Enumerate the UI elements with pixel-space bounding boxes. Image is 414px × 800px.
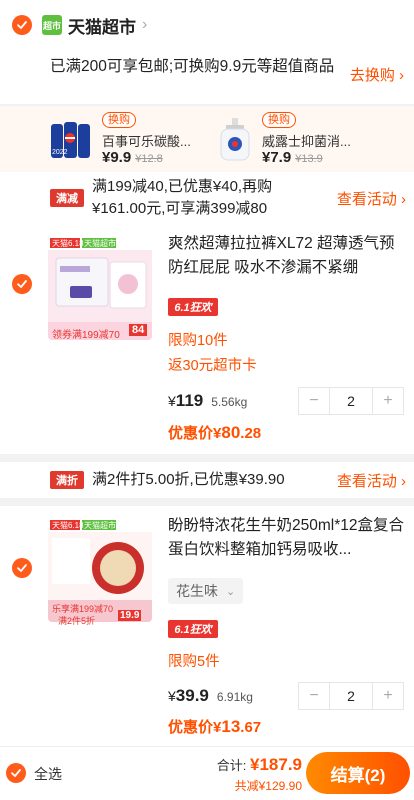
view-activity-link[interactable]: 查看活动 › bbox=[337, 470, 406, 491]
quantity-stepper[interactable]: − 2 + bbox=[298, 682, 404, 710]
item-checkbox[interactable] bbox=[12, 274, 32, 294]
discount-price: 优惠价¥80.28 bbox=[168, 423, 262, 442]
select-all-label[interactable]: 全选 bbox=[34, 764, 62, 784]
exchange-tag: 换购 bbox=[102, 112, 136, 128]
purchase-limit: 限购10件 bbox=[168, 333, 228, 349]
promo-row: 满折 满2件打5.00折,已优惠¥39.90 查看活动 › bbox=[0, 462, 414, 498]
promo-text: 满199减40,已优惠¥40,再购¥161.00元,可享满399减80 bbox=[92, 178, 273, 217]
exchange-item-name: 百事可乐碳酸... bbox=[102, 134, 191, 149]
exchange-strip: 2022 换购 百事可乐碳酸... ¥9.9 ¥12.8 换购 威露士抑菌消...… bbox=[0, 106, 414, 172]
soap-product-image bbox=[212, 116, 258, 162]
minus-button[interactable]: − bbox=[299, 683, 329, 709]
svg-text:2022: 2022 bbox=[52, 149, 68, 156]
plus-button[interactable]: + bbox=[373, 683, 403, 709]
image-promo-text: 领券满199减70 bbox=[52, 330, 120, 341]
unit-price: ¥119 5.56kg bbox=[168, 391, 248, 410]
checkmark-icon bbox=[17, 21, 27, 29]
exchange-item[interactable]: 换购 威露士抑菌消... ¥7.9 ¥13.9 bbox=[212, 112, 402, 168]
shipping-notice: 已满200可享包邮;可换购9.9元等超值商品 去换购 › bbox=[0, 50, 414, 104]
festival-tag: 6.1狂欢 bbox=[168, 620, 218, 638]
exchange-item-price: ¥7.9 ¥13.9 bbox=[262, 149, 323, 166]
festival-tag: 6.1狂欢 bbox=[168, 298, 218, 316]
exchange-tag: 换购 bbox=[262, 112, 296, 128]
purchase-limit: 限购5件 bbox=[168, 654, 220, 670]
quantity-value[interactable]: 2 bbox=[329, 388, 373, 414]
image-badge: 天猫超市 bbox=[84, 239, 116, 248]
total-saved: 共减¥129.90 bbox=[234, 779, 302, 793]
exchange-item-price: ¥9.9 ¥12.8 bbox=[102, 149, 163, 166]
checkmark-icon bbox=[11, 769, 21, 777]
view-activity-link[interactable]: 查看活动 › bbox=[337, 188, 406, 209]
image-price-label: 19.9 bbox=[118, 610, 142, 621]
product-title[interactable]: 盼盼特浓花生牛奶250ml*12盒复合蛋白饮料整箱加钙易吸收... bbox=[168, 514, 406, 562]
select-all-checkbox[interactable] bbox=[6, 763, 26, 783]
store-header[interactable]: 超市 天猫超市 › bbox=[0, 0, 414, 50]
checkmark-icon bbox=[17, 280, 27, 288]
checkmark-icon bbox=[17, 564, 27, 572]
store-name[interactable]: 天猫超市 bbox=[68, 13, 136, 38]
exchange-item-name: 威露士抑菌消... bbox=[262, 134, 351, 149]
chevron-down-icon: ⌄ bbox=[226, 585, 236, 598]
exchange-item[interactable]: 2022 换购 百事可乐碳酸... ¥9.9 ¥12.8 bbox=[48, 112, 208, 168]
promo-row: 满减 满199减40,已优惠¥40,再购¥161.00元,可享满399减80 查… bbox=[0, 172, 414, 224]
promo-tag: 满减 bbox=[50, 189, 84, 207]
unit-price: ¥39.9 6.91kg bbox=[168, 686, 253, 705]
item-checkbox[interactable] bbox=[12, 558, 32, 578]
image-badge: 天猫6.18 bbox=[52, 521, 84, 530]
chevron-right-icon: › bbox=[142, 16, 148, 33]
shipping-text: 已满200可享包邮;可换购9.9元等超值商品 bbox=[50, 58, 335, 75]
image-badge: 天猫6.18 bbox=[52, 239, 84, 248]
minus-button[interactable]: − bbox=[299, 388, 329, 414]
product-title[interactable]: 爽然超薄拉拉裤XL72 超薄透气预防红屁屁 吸水不渗漏不紧绷 bbox=[168, 232, 406, 280]
promo-text: 满2件打5.00折,已优惠¥39.90 bbox=[92, 471, 285, 488]
quantity-value[interactable]: 2 bbox=[329, 683, 373, 709]
pepsi-product-image: 2022 bbox=[48, 116, 94, 162]
image-promo-sub: 满2件5折 bbox=[58, 616, 96, 626]
cart-item: 领券满199减70 84 天猫6.18 天猫超市 爽然超薄拉拉裤XL72 超薄透… bbox=[0, 224, 414, 454]
discount-price: 优惠价¥13.67 bbox=[168, 717, 262, 736]
store-logo-icon: 超市 bbox=[42, 15, 62, 35]
checkout-bar: 全选 合计: ¥187.9 共减¥129.90 结算(2) bbox=[0, 746, 414, 800]
variant-value: 花生味 bbox=[176, 583, 218, 599]
promo-tag: 满折 bbox=[50, 471, 84, 489]
variant-selector[interactable]: 花生味 ⌄ bbox=[168, 578, 244, 604]
total-price: 合计: ¥187.9 bbox=[216, 755, 302, 774]
rebate-text: 返30元超市卡 bbox=[168, 358, 257, 374]
exchange-link[interactable]: 去换购 › bbox=[350, 64, 404, 85]
quantity-stepper[interactable]: − 2 + bbox=[298, 387, 404, 415]
store-checkbox[interactable] bbox=[12, 15, 32, 35]
checkout-button[interactable]: 结算(2) bbox=[306, 752, 410, 794]
cart-item: 天猫6.18 天猫超市 乐享满199减70 满2件5折 19.9 盼盼特浓花生牛… bbox=[0, 506, 414, 746]
image-badge: 天猫超市 bbox=[84, 521, 116, 530]
plus-button[interactable]: + bbox=[373, 388, 403, 414]
image-price-label: 84 bbox=[129, 324, 148, 336]
